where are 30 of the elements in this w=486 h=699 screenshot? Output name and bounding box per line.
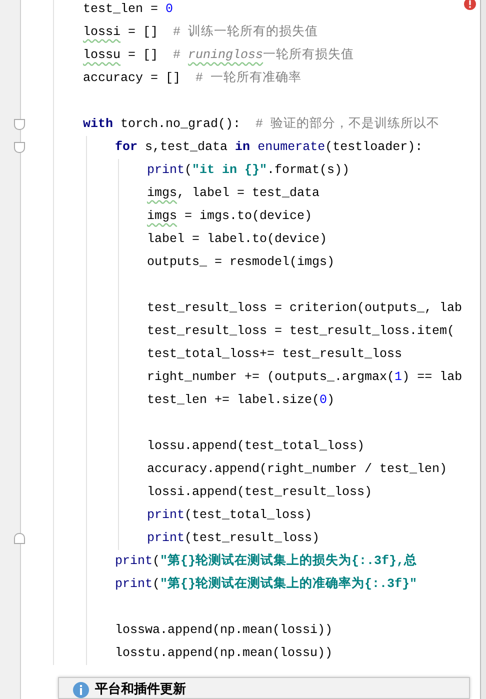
- code-line: outputs_ = resmodel(imgs): [147, 254, 335, 271]
- code-line: print("it in {}".format(s)): [147, 162, 350, 179]
- code-line: print("第{}轮测试在测试集上的损失为{:.3f},总: [115, 552, 418, 570]
- code-line: accuracy = [] # 一轮所有准确率: [83, 70, 302, 87]
- code-line: print("第{}轮测试在测试集上的准确率为{:.3f}": [115, 575, 418, 593]
- code-line: accuracy.append(right_number / test_len): [147, 461, 448, 478]
- info-icon: [73, 682, 89, 698]
- code-line: test_result_loss = test_result_loss.item(: [147, 323, 455, 340]
- fold-marker[interactable]: [14, 119, 25, 130]
- code-line: print(test_total_loss): [147, 507, 312, 524]
- notification-title: 平台和插件更新: [95, 682, 186, 698]
- code-line: losstu.append(np.mean(lossu)): [115, 645, 333, 662]
- code-line: lossi.append(test_result_loss): [147, 484, 372, 501]
- code-line: print(test_result_loss): [147, 530, 320, 547]
- code-line: test_result_loss = criterion(outputs_, lab: [147, 300, 462, 317]
- code-line: lossu = [] # runingloss一轮所有损失值: [83, 46, 354, 64]
- code-line: right_number += (outputs_.argmax(1) == lab: [147, 369, 462, 386]
- code-line: lossu.append(test_total_loss): [147, 438, 365, 455]
- code-line: for s,test_data in enumerate(testloader):: [115, 139, 423, 156]
- code-line: label = label.to(device): [147, 231, 328, 248]
- code-line: imgs = imgs.to(device): [147, 208, 312, 225]
- code-line: imgs, label = test_data: [147, 185, 320, 202]
- code-line: test_total_loss+= test_result_loss: [147, 346, 402, 363]
- code-line: test_len = 0: [83, 1, 174, 18]
- code-line: lossi = [] # 训练一轮所有的损失值: [83, 24, 318, 41]
- fold-marker[interactable]: [14, 533, 25, 544]
- code-line: test_len += label.size(0): [147, 392, 335, 409]
- code-line: losswa.append(np.mean(lossi)): [115, 622, 333, 639]
- code-line: with torch.no_grad(): # 验证的部分，不是训练所以不: [83, 116, 440, 133]
- fold-marker[interactable]: [14, 142, 25, 153]
